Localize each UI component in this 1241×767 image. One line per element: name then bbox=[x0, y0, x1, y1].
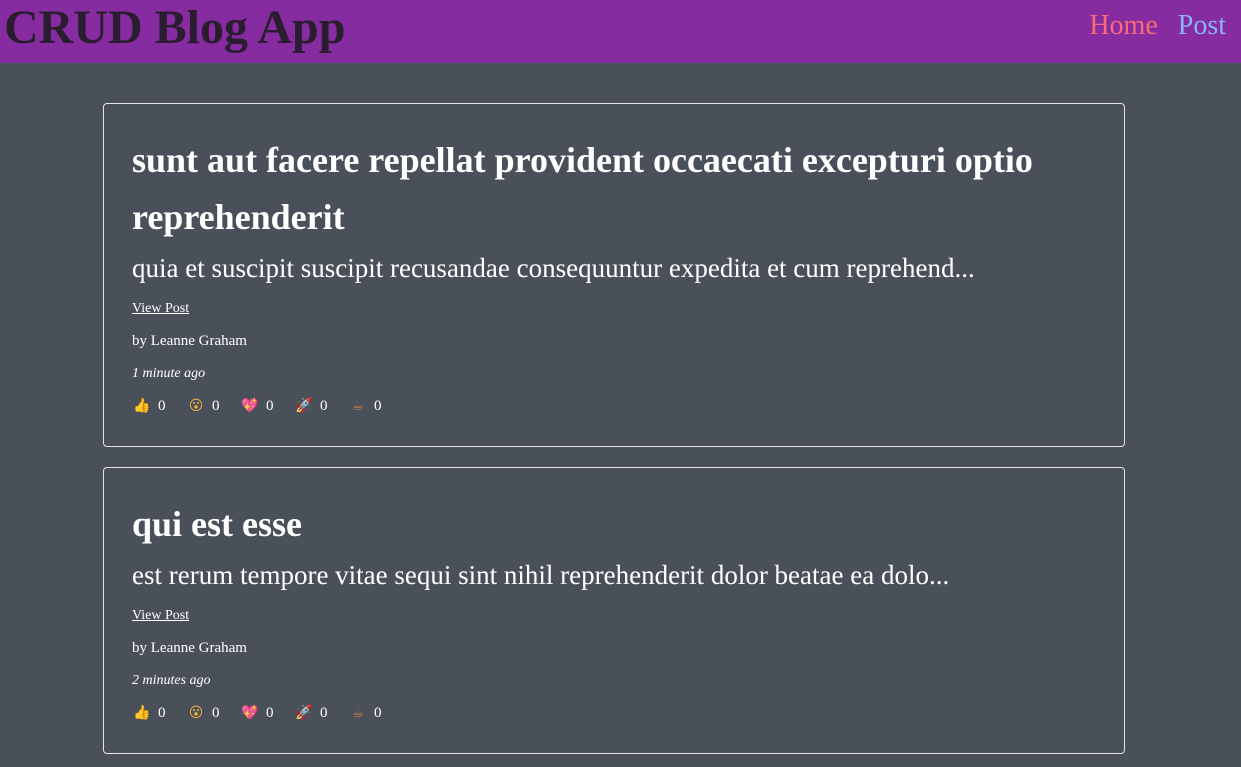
reaction-wow-button[interactable]: 😮 0 bbox=[186, 396, 240, 416]
reaction-count: 0 bbox=[158, 397, 166, 414]
reaction-count: 0 bbox=[374, 704, 382, 721]
post-excerpt: est rerum tempore vitae sequi sint nihil… bbox=[132, 560, 950, 590]
reaction-count: 0 bbox=[320, 397, 328, 414]
reaction-coffee-button[interactable]: ☕ 0 bbox=[348, 396, 402, 416]
post-card: qui est esse est rerum tempore vitae seq… bbox=[103, 467, 1125, 754]
reaction-heart-button[interactable]: 💖 0 bbox=[240, 703, 294, 723]
post-card: sunt aut facere repellat provident occae… bbox=[103, 103, 1125, 447]
heart-icon: 💖 bbox=[241, 705, 259, 721]
app-header: CRUD Blog App Home Post bbox=[0, 0, 1241, 63]
nav-home-link[interactable]: Home bbox=[1089, 9, 1157, 43]
post-timestamp: 2 minutes ago bbox=[132, 673, 211, 688]
rocket-icon: 🚀 bbox=[295, 705, 313, 721]
rocket-icon: 🚀 bbox=[295, 398, 313, 414]
post-excerpt: quia et suscipit suscipit recusandae con… bbox=[132, 253, 975, 283]
wow-icon: 😮 bbox=[188, 705, 204, 721]
reaction-wow-button[interactable]: 😮 0 bbox=[186, 703, 240, 723]
nav-post-link[interactable]: Post bbox=[1178, 9, 1226, 43]
reaction-count: 0 bbox=[212, 397, 220, 414]
reaction-rocket-button[interactable]: 🚀 0 bbox=[294, 703, 348, 723]
reaction-count: 0 bbox=[212, 704, 220, 721]
wow-icon: 😮 bbox=[188, 398, 204, 414]
post-author: by Leanne Graham bbox=[132, 333, 247, 349]
reaction-count: 0 bbox=[158, 704, 166, 721]
post-title: qui est esse bbox=[132, 504, 302, 544]
reaction-coffee-button[interactable]: ☕ 0 bbox=[348, 703, 402, 723]
reaction-count: 0 bbox=[266, 397, 274, 414]
reaction-thumbs-up-button[interactable]: 👍 0 bbox=[132, 396, 186, 416]
reaction-heart-button[interactable]: 💖 0 bbox=[240, 396, 294, 416]
thumbs-up-icon: 👍 bbox=[133, 398, 151, 414]
view-post-link[interactable]: View Post bbox=[132, 607, 189, 625]
coffee-icon: ☕ bbox=[351, 398, 365, 414]
thumbs-up-icon: 👍 bbox=[133, 705, 151, 721]
coffee-icon: ☕ bbox=[351, 705, 365, 721]
reaction-count: 0 bbox=[374, 397, 382, 414]
reaction-rocket-button[interactable]: 🚀 0 bbox=[294, 396, 348, 416]
app-title: CRUD Blog App bbox=[4, 1, 346, 54]
reaction-thumbs-up-button[interactable]: 👍 0 bbox=[132, 703, 186, 723]
reaction-count: 0 bbox=[320, 704, 328, 721]
view-post-link[interactable]: View Post bbox=[132, 300, 189, 318]
reaction-buttons: 👍 0 😮 0 💖 0 🚀 0 ☕ 0 bbox=[132, 703, 402, 723]
heart-icon: 💖 bbox=[241, 398, 259, 414]
main-nav: Home Post bbox=[1089, 9, 1226, 43]
post-author: by Leanne Graham bbox=[132, 640, 247, 656]
post-timestamp: 1 minute ago bbox=[132, 366, 206, 381]
post-title: sunt aut facere repellat provident occae… bbox=[132, 140, 1033, 237]
reaction-count: 0 bbox=[266, 704, 274, 721]
reaction-buttons: 👍 0 😮 0 💖 0 🚀 0 ☕ 0 bbox=[132, 396, 402, 416]
